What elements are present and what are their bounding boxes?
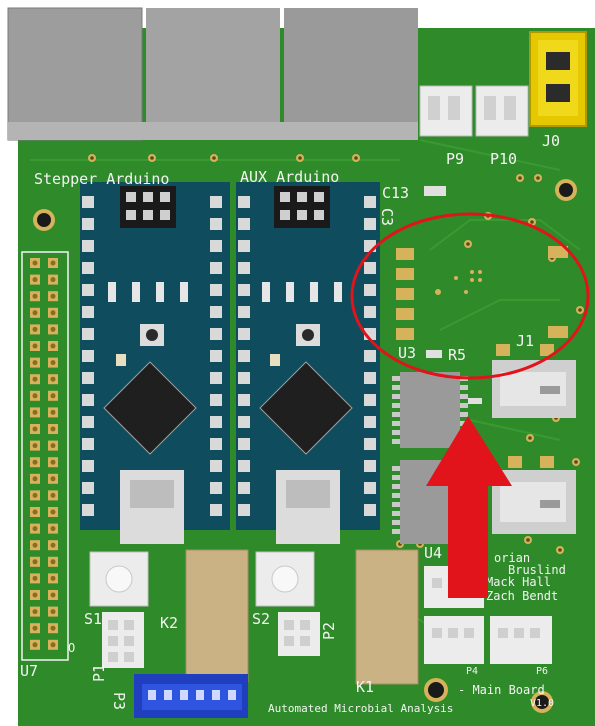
label-p6: P6 (536, 666, 548, 677)
label-j0: J0 (542, 132, 560, 150)
connector-p6 (490, 616, 552, 664)
label-version: V1.0 (530, 698, 554, 709)
label-u3: U3 (398, 344, 416, 362)
label-p4: P4 (466, 666, 478, 677)
credit-line-3: Mack Hall (486, 575, 551, 589)
label-main-board: - Main Board (458, 683, 545, 697)
credit-line-4: Zach Bendt (486, 589, 558, 603)
label-p3: P3 (110, 692, 128, 710)
label-stepper-arduino: Stepper Arduino (34, 170, 169, 188)
label-k1: K1 (356, 678, 374, 696)
label-footer: Automated Microbial Analysis (268, 702, 453, 715)
label-p2: P2 (320, 622, 338, 640)
arduino-nano-stepper (80, 182, 230, 544)
connector-p1 (102, 612, 144, 668)
connector-p3 (134, 674, 248, 718)
connector-p2 (278, 612, 320, 656)
label-o: O (68, 641, 75, 655)
jumper-j0 (529, 31, 587, 127)
connector-p10 (475, 85, 529, 137)
connector-p9 (419, 85, 473, 137)
pushbutton-s2 (255, 551, 315, 607)
label-aux-arduino: AUX Arduino (240, 168, 339, 186)
label-c13: C13 (382, 184, 409, 202)
terminal-block-group (7, 7, 418, 141)
relay-k2 (185, 549, 249, 683)
pcb-render: Stepper Arduino AUX Arduino C13 C3 U3 R5… (0, 0, 595, 726)
label-s2: S2 (252, 610, 270, 628)
connector-p4 (424, 616, 484, 664)
label-c3: C3 (378, 208, 396, 226)
label-s1: S1 (84, 610, 102, 628)
arduino-nano-aux (236, 182, 380, 544)
label-p9: P9 (446, 150, 464, 168)
label-p1: P1 (90, 664, 108, 682)
label-k2: K2 (160, 614, 178, 632)
label-r5: R5 (448, 346, 466, 364)
pushbutton-s1 (89, 551, 149, 607)
label-u7: U7 (20, 662, 38, 680)
label-j1: J1 (516, 332, 534, 350)
relay-k1 (355, 549, 419, 685)
label-u4: U4 (424, 544, 442, 562)
label-p10: P10 (490, 150, 517, 168)
